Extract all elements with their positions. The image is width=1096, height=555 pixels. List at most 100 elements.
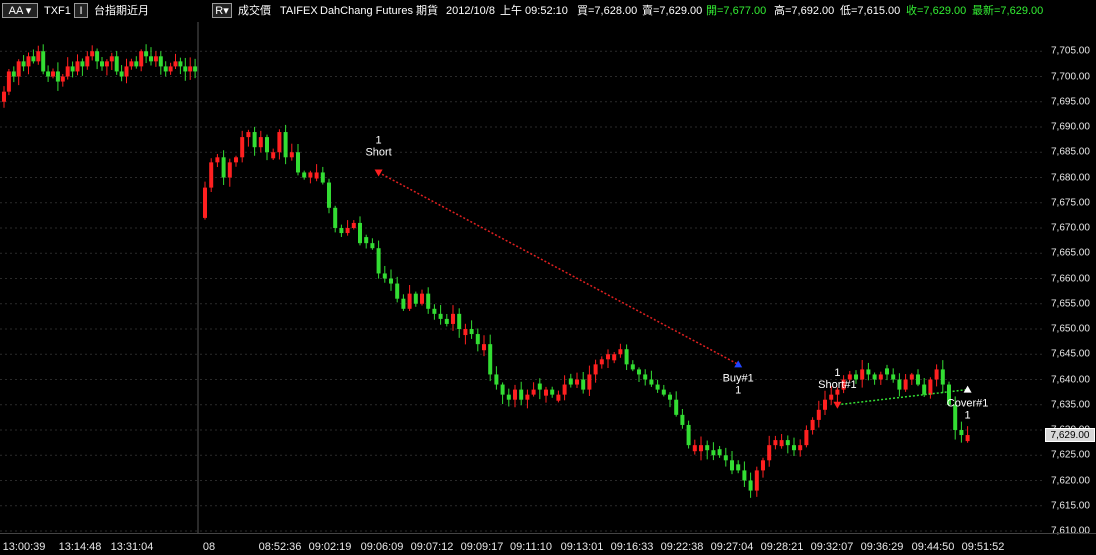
candle-body <box>599 359 604 365</box>
y-tick-label: 7,690.00 <box>1051 121 1090 133</box>
field-name: 成交價 <box>238 5 271 17</box>
candle-body <box>692 445 697 452</box>
y-tick-label: 7,655.00 <box>1051 298 1090 310</box>
candle-body <box>754 470 759 491</box>
x-tick-label: 09:28:21 <box>760 541 804 553</box>
candle-body <box>432 308 437 314</box>
candle-body <box>134 61 139 67</box>
candle-body <box>649 379 654 385</box>
candle-body <box>798 445 803 451</box>
y-tick-label: 7,670.00 <box>1051 222 1090 234</box>
candle-body <box>339 228 344 234</box>
candle-body <box>60 76 65 82</box>
candle-body <box>885 368 889 375</box>
interval-button[interactable]: I <box>74 3 88 18</box>
candle-body <box>158 56 163 67</box>
candle-body <box>860 369 865 380</box>
symbol-code[interactable]: TXF1 <box>44 4 71 18</box>
candle-body <box>420 293 424 304</box>
x-tick-label: 09:27:04 <box>710 541 754 553</box>
candle-body <box>705 445 710 451</box>
candle-body <box>680 414 685 425</box>
candle-body <box>296 152 300 173</box>
candle-body <box>612 354 617 361</box>
candle-body <box>153 56 158 62</box>
candle-body <box>581 379 586 390</box>
candle-body <box>173 61 178 67</box>
candle-body <box>438 313 443 319</box>
candle-body <box>513 389 517 400</box>
trade-line <box>378 171 739 366</box>
candle-body <box>742 470 747 481</box>
candle-body <box>916 374 920 385</box>
candle-body <box>70 66 75 72</box>
candle-body <box>668 394 672 400</box>
candle-body <box>31 56 36 62</box>
candle-body <box>265 137 269 153</box>
candle-body <box>188 66 193 72</box>
trade-qty: 1 <box>965 410 971 422</box>
candle-body <box>277 132 282 153</box>
candle-body <box>413 293 418 304</box>
aa-button-label: AA <box>8 5 23 17</box>
candle-body <box>866 369 871 375</box>
candle-body <box>100 61 104 67</box>
candle-body <box>55 71 60 82</box>
candle-body <box>748 480 753 491</box>
candle-body <box>785 440 790 446</box>
candle-body <box>11 71 16 77</box>
y-tick-label: 7,705.00 <box>1051 45 1090 57</box>
candle-body <box>593 364 598 375</box>
candle-body <box>193 66 198 72</box>
ask-price: 賣=7,629.00 <box>642 5 703 17</box>
candle-body <box>767 445 772 461</box>
broker-name: DahChang Futures <box>320 5 413 17</box>
candle-body <box>494 374 499 385</box>
r-button[interactable]: R▾ <box>212 3 232 18</box>
candle-body <box>364 237 369 244</box>
trade-label: Cover#1 <box>947 398 989 410</box>
candle-body <box>537 383 542 390</box>
price-chart[interactable]: 1ShortBuy#111Short#1Cover#11 <box>0 22 1045 533</box>
candle-body <box>314 172 319 179</box>
candle-body <box>934 369 939 380</box>
y-tick-label: 7,635.00 <box>1051 399 1090 411</box>
candle-body <box>686 424 691 446</box>
y-tick-label: 7,645.00 <box>1051 348 1090 360</box>
candle-body <box>382 273 387 279</box>
y-tick-label: 7,665.00 <box>1051 247 1090 259</box>
candle-body <box>109 56 114 62</box>
y-tick-label: 7,695.00 <box>1051 96 1090 108</box>
candle-body <box>144 51 149 57</box>
candle-body <box>903 379 908 390</box>
y-tick-label: 7,640.00 <box>1051 374 1090 385</box>
candle-body <box>761 460 765 471</box>
candle-body <box>168 66 173 72</box>
x-tick-label: 09:51:52 <box>961 541 1005 553</box>
candle-body <box>568 378 573 385</box>
candle-body <box>80 61 85 67</box>
candle-body <box>897 379 902 390</box>
candle-body <box>104 61 109 67</box>
close-price: 收=7,629.00 <box>906 5 967 17</box>
candle-body <box>606 354 610 360</box>
candle-body <box>221 157 226 178</box>
candle-body <box>95 51 100 62</box>
candle-body <box>36 51 41 62</box>
candle-body <box>124 66 129 77</box>
candle-body <box>114 56 119 72</box>
candle-body <box>129 61 134 67</box>
candle-body <box>965 435 970 442</box>
candle-body <box>699 445 703 452</box>
candle-body <box>163 66 168 72</box>
x-tick-label: 09:09:17 <box>460 541 504 553</box>
candle-body <box>872 374 877 380</box>
candle-body <box>370 243 375 249</box>
candle-body <box>909 374 914 380</box>
candle-body <box>401 298 406 309</box>
candle-body <box>637 369 641 375</box>
x-tick-label: 08:52:36 <box>258 541 302 553</box>
bid-price: 買=7,628.00 <box>577 5 638 17</box>
aa-button[interactable]: AA ▾ <box>2 3 38 18</box>
x-tick-label: 09:36:29 <box>860 541 904 553</box>
